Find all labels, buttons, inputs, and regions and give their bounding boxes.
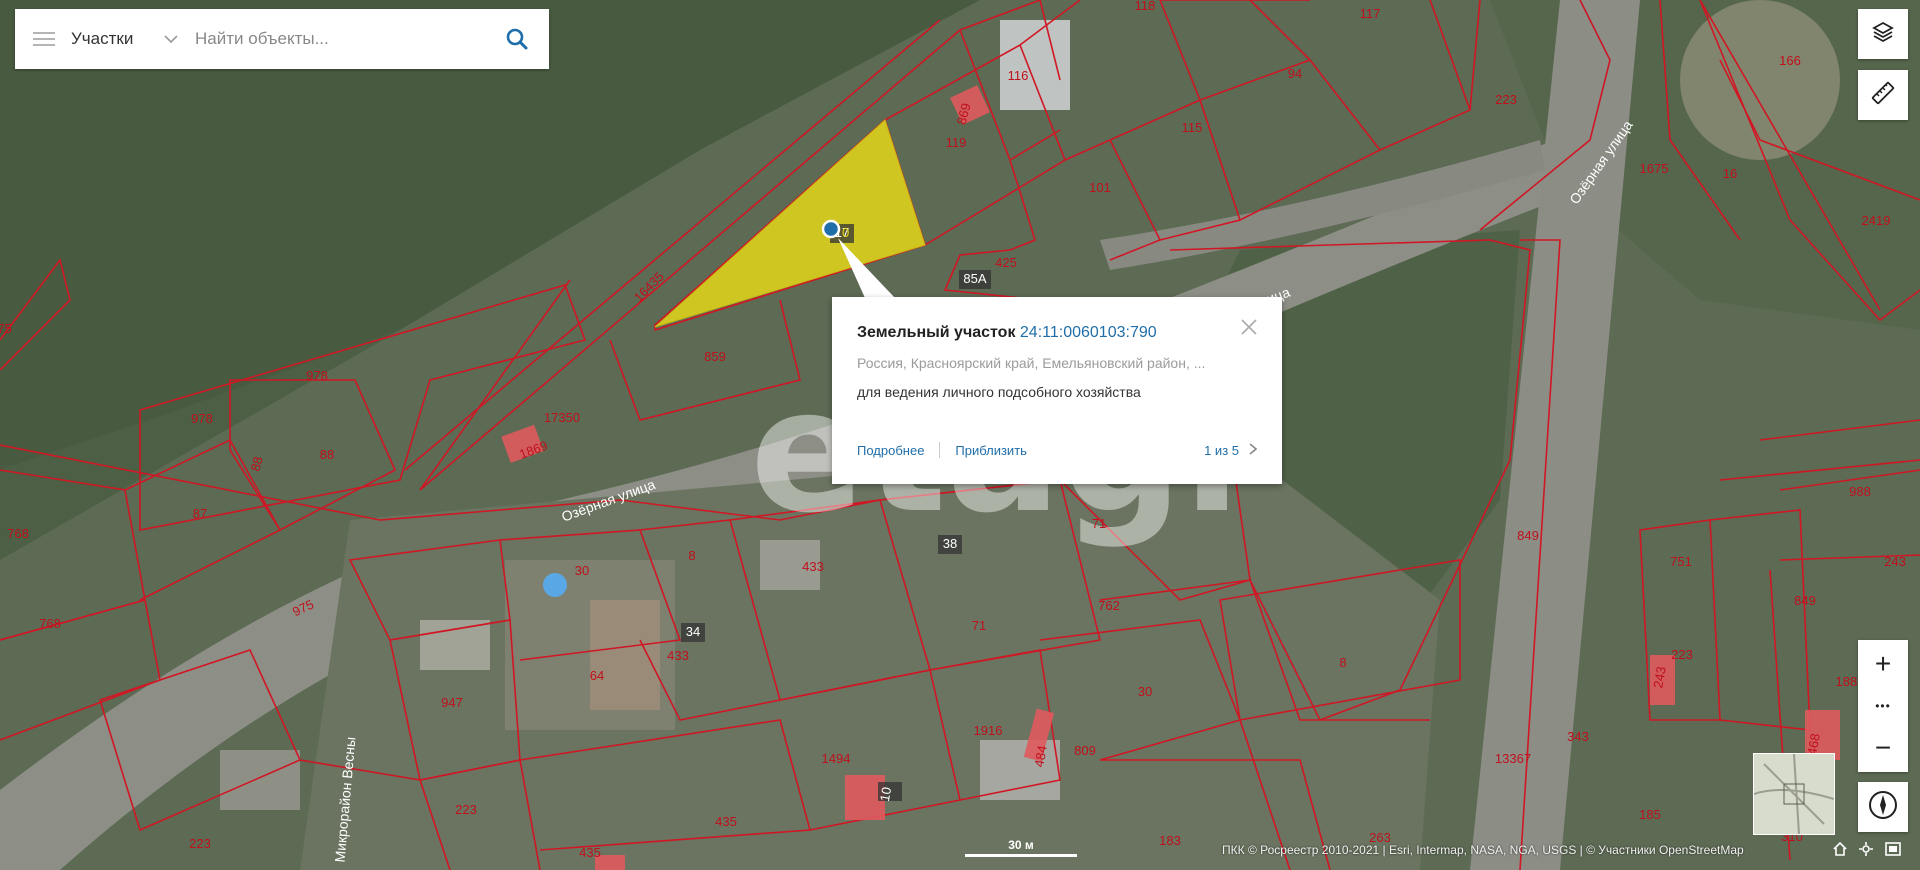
popup-pager: 1 из 5 bbox=[1204, 442, 1258, 458]
parcel-number-label[interactable]: 849 bbox=[1794, 593, 1816, 608]
zoom-out-button[interactable]: − bbox=[1875, 726, 1891, 770]
layers-button[interactable] bbox=[1858, 9, 1908, 59]
chevron-down-icon[interactable] bbox=[163, 32, 179, 47]
zoom-link[interactable]: Приблизить bbox=[955, 443, 1027, 458]
parcel-number-label[interactable]: 16 bbox=[1723, 166, 1737, 181]
search-icon[interactable] bbox=[505, 27, 529, 51]
parcel-number-label[interactable]: 118 bbox=[1135, 0, 1156, 13]
parcel-number-label[interactable]: 762 bbox=[1098, 598, 1120, 613]
parcel-number-label[interactable]: 243 bbox=[1884, 554, 1906, 569]
parcel-number-label[interactable]: 183 bbox=[1159, 833, 1181, 848]
parcel-number-label[interactable]: 64 bbox=[590, 668, 604, 683]
parcel-number-label[interactable]: 30 bbox=[575, 563, 589, 578]
pager-text: 1 из 5 bbox=[1204, 442, 1239, 458]
parcel-number-label[interactable]: 433 bbox=[667, 648, 689, 663]
parcel-number-label[interactable]: 10 bbox=[877, 786, 894, 803]
popup-title: Земельный участок 24:11:0060103:790 bbox=[857, 324, 1157, 342]
parcel-number-label[interactable]: 101 bbox=[1089, 180, 1111, 195]
compass-button[interactable] bbox=[1858, 782, 1908, 832]
parcel-number-label[interactable]: 34 bbox=[686, 624, 700, 639]
parcel-number-label[interactable]: 978 bbox=[306, 368, 328, 383]
parcel-number-label[interactable]: 8 bbox=[1339, 655, 1346, 670]
bottom-toolbar bbox=[1833, 841, 1901, 861]
parcel-number-label[interactable]: 978 bbox=[191, 411, 213, 426]
search-panel: Участки bbox=[15, 9, 549, 69]
parcel-number-label[interactable]: 768 bbox=[39, 616, 61, 631]
layers-icon bbox=[1871, 20, 1895, 49]
locate-icon[interactable] bbox=[1859, 842, 1873, 861]
chevron-right-icon[interactable] bbox=[1249, 442, 1258, 458]
menu-icon[interactable] bbox=[33, 28, 55, 50]
parcel-number-label[interactable]: 17350 bbox=[544, 410, 580, 425]
parcel-number-label[interactable]: 1494 bbox=[822, 751, 851, 766]
scale-label: 30 м bbox=[1008, 838, 1034, 852]
selected-parcel-label: 0 bbox=[842, 225, 849, 240]
category-select[interactable]: Участки bbox=[71, 29, 163, 49]
parcel-number-label[interactable]: 85А bbox=[963, 271, 986, 286]
parcel-number-label[interactable]: 343 bbox=[1567, 729, 1589, 744]
popup-address: Россия, Красноярский край, Емельяновский… bbox=[857, 355, 1206, 371]
divider bbox=[939, 442, 941, 458]
parcel-number-label[interactable]: 768 bbox=[7, 526, 29, 541]
parcel-number-label[interactable]: 435 bbox=[715, 814, 737, 829]
parcel-number-label[interactable]: 8 bbox=[688, 548, 695, 563]
minimap[interactable] bbox=[1753, 753, 1835, 835]
fullscreen-icon[interactable] bbox=[1885, 842, 1901, 861]
parcel-number-label[interactable]: 2419 bbox=[1862, 213, 1891, 228]
parcel-number-label[interactable]: 115 bbox=[1182, 120, 1203, 135]
popup-title-label: Земельный участок bbox=[857, 324, 1016, 341]
ruler-button[interactable] bbox=[1858, 70, 1908, 120]
parcel-number-label[interactable]: 223 bbox=[455, 802, 477, 817]
parcel-popup: Земельный участок 24:11:0060103:790 Росс… bbox=[832, 297, 1282, 484]
parcel-number-label[interactable]: 88 bbox=[320, 447, 334, 462]
parcel-number-label[interactable]: 947 bbox=[441, 695, 463, 710]
parcel-number-label[interactable]: 38 bbox=[943, 536, 957, 551]
more-button[interactable]: ••• bbox=[1875, 686, 1891, 726]
compass-icon bbox=[1868, 790, 1898, 825]
parcel-number-label[interactable]: 13367 bbox=[1495, 751, 1531, 766]
parcel-number-label[interactable]: 94 bbox=[1288, 66, 1302, 81]
zoom-control: + ••• − bbox=[1858, 640, 1908, 772]
parcel-number-label[interactable]: 117 bbox=[1360, 6, 1381, 21]
parcel-number-label[interactable]: 185 bbox=[1639, 807, 1661, 822]
zoom-in-button[interactable]: + bbox=[1875, 642, 1891, 686]
parcel-number-label[interactable]: 751 bbox=[1670, 554, 1692, 569]
parcel-number-label[interactable]: 809 bbox=[1074, 743, 1096, 758]
popup-actions: Подробнее Приблизить 1 из 5 bbox=[857, 442, 1258, 458]
parcel-number-label[interactable]: 223 bbox=[1495, 92, 1517, 107]
parcel-number-label[interactable]: 425 bbox=[995, 255, 1017, 270]
location-pin-icon[interactable] bbox=[821, 219, 841, 239]
ruler-icon bbox=[1871, 81, 1895, 110]
cadastral-number-link[interactable]: 24:11:0060103:790 bbox=[1020, 324, 1157, 341]
parcel-number-label[interactable]: 116 bbox=[1008, 68, 1029, 83]
close-icon[interactable] bbox=[1239, 317, 1259, 337]
parcel-number-label[interactable]: 475 bbox=[0, 321, 12, 336]
popup-usage: для ведения личного подсобного хозяйства bbox=[857, 384, 1141, 400]
parcel-number-label[interactable]: 1675 bbox=[1640, 161, 1669, 176]
parcel-number-label[interactable]: 166 bbox=[1779, 53, 1801, 68]
parcel-number-label[interactable]: 71 bbox=[1092, 516, 1106, 531]
parcel-number-label[interactable]: 1 bbox=[0, 0, 4, 3]
parcel-number-label[interactable]: 859 bbox=[704, 349, 726, 364]
scale-bar: 30 м bbox=[965, 838, 1077, 857]
parcel-number-label[interactable]: 87 bbox=[193, 506, 207, 521]
details-link[interactable]: Подробнее bbox=[857, 443, 924, 458]
parcel-number-label[interactable]: 1916 bbox=[974, 723, 1003, 738]
parcel-number-label[interactable]: 433 bbox=[802, 559, 824, 574]
parcel-number-label[interactable]: 988 bbox=[1849, 484, 1871, 499]
parcel-number-label[interactable]: 119 bbox=[946, 135, 967, 150]
parcel-number-label[interactable]: 435 bbox=[579, 845, 601, 860]
home-icon[interactable] bbox=[1833, 841, 1847, 861]
parcel-number-label[interactable]: 30 bbox=[1138, 684, 1152, 699]
parcel-number-label[interactable]: 223 bbox=[1671, 647, 1693, 662]
attribution: ПКК © Росреестр 2010-2021 | Esri, Interm… bbox=[1222, 843, 1744, 857]
parcel-number-label[interactable]: 223 bbox=[189, 836, 211, 851]
parcel-number-label[interactable]: 71 bbox=[972, 618, 986, 633]
parcel-number-label[interactable]: 849 bbox=[1517, 528, 1539, 543]
search-input[interactable] bbox=[193, 28, 477, 50]
